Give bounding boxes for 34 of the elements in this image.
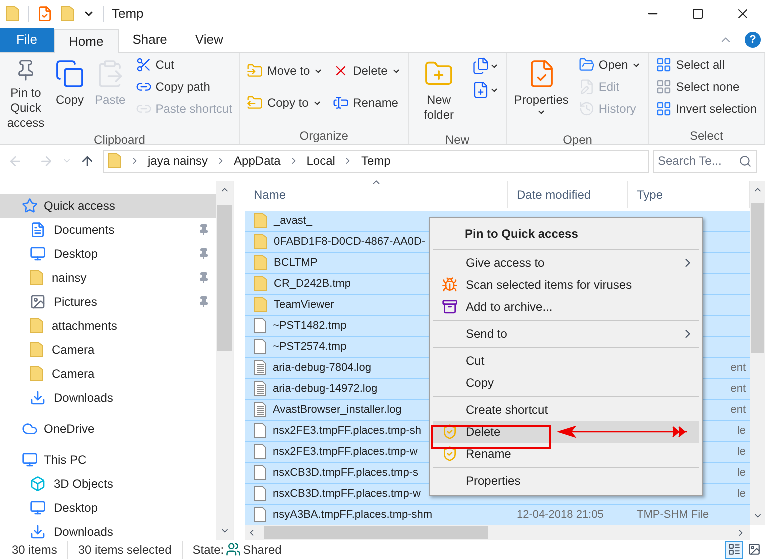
file-name: nsyA3BA.tmpFF.places.tmp-shm bbox=[273, 508, 433, 523]
file-name: CR_D242B.tmp bbox=[274, 276, 352, 292]
file-name: aria-debug-14972.log bbox=[273, 382, 378, 397]
file-name: 0FABD1F8-D0CD-4867-AA0D- bbox=[274, 234, 426, 250]
file-type: ent bbox=[730, 360, 746, 376]
file-type: le bbox=[737, 466, 746, 481]
group-label: Clipboard bbox=[93, 132, 146, 148]
file-name: nsxCB3D.tmpFF.places.tmp-s bbox=[273, 466, 418, 481]
file-name: TeamViewer bbox=[274, 298, 334, 313]
share-state: Shared bbox=[243, 542, 282, 558]
file-name: BCLTMP bbox=[274, 256, 318, 271]
file-name: AvastBrowser_installer.log bbox=[273, 402, 402, 418]
state-label: State: bbox=[192, 542, 224, 558]
file-name: nsx2FE3.tmpFF.places.tmp-sh bbox=[273, 424, 422, 439]
window-title: Temp bbox=[112, 5, 144, 24]
group-label: Select bbox=[688, 128, 724, 144]
group-label: Open bbox=[562, 132, 594, 148]
file-type: TMP-SHM File bbox=[637, 508, 710, 523]
file-type: le bbox=[737, 424, 746, 439]
date-modified: 12-04-2018 21:05 bbox=[517, 508, 604, 521]
selection-count: 30 items selected bbox=[68, 540, 183, 558]
file-type: ent bbox=[730, 382, 746, 397]
file-name: _avast_ bbox=[274, 214, 313, 229]
file-name: ~PST2574.tmp bbox=[273, 340, 347, 355]
file-type: ent bbox=[730, 402, 746, 418]
file-type: le bbox=[737, 444, 746, 460]
file-name: aria-debug-7804.log bbox=[273, 360, 372, 376]
file-type: le bbox=[737, 486, 746, 502]
item-count: 30 items bbox=[0, 540, 68, 558]
group-label: Organize bbox=[298, 128, 350, 144]
file-name: nsxCB3D.tmpFF.places.tmp-w bbox=[273, 486, 421, 502]
file-name: ~PST1482.tmp bbox=[273, 318, 347, 334]
file-name: nsx2FE3.tmpFF.places.tmp-w bbox=[273, 444, 418, 460]
group-label: New bbox=[444, 132, 471, 148]
